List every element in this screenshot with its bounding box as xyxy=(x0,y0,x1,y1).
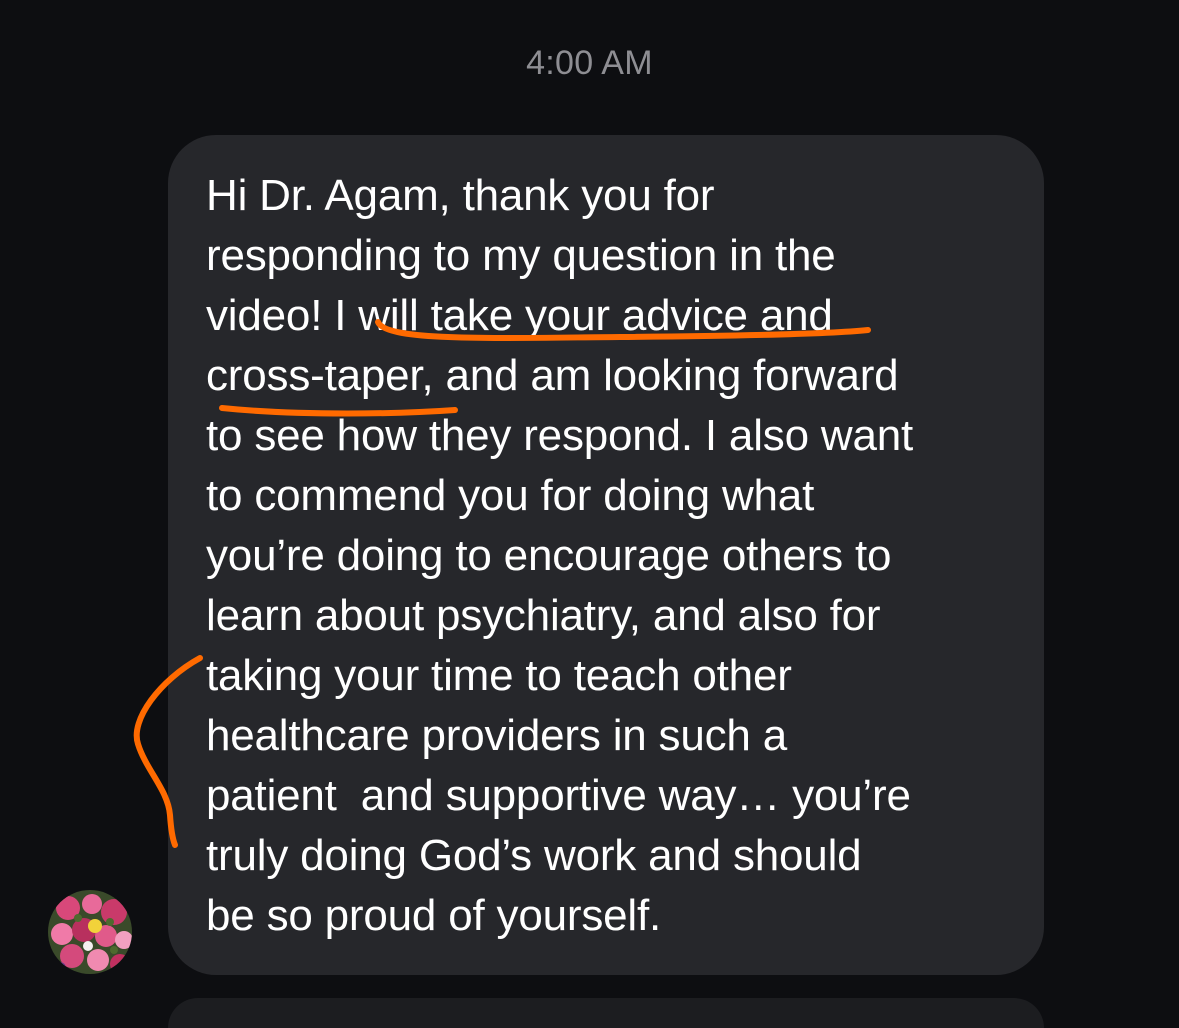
message-line: cross-taper, and am looking forward xyxy=(206,351,899,400)
flower-photo-avatar-icon xyxy=(48,890,132,974)
message-line: truly doing God’s work and should xyxy=(206,831,862,880)
message-line: taking your time to teach other xyxy=(206,651,792,700)
sender-avatar[interactable] xyxy=(48,890,132,974)
message-line: learn about psychiatry, and also for xyxy=(206,591,881,640)
message-timestamp: 4:00 AM xyxy=(526,44,653,82)
message-line: to commend you for doing what xyxy=(206,471,815,520)
message-line: patient and supportive way… you’re xyxy=(206,771,911,820)
message-line: responding to my question in the xyxy=(206,231,836,280)
message-line: be so proud of yourself. xyxy=(206,891,662,940)
message-line: to see how they respond. I also want xyxy=(206,411,914,460)
message-line: you’re doing to encourage others to xyxy=(206,531,892,580)
message-line: healthcare providers in such a xyxy=(206,711,787,760)
message-text[interactable]: Hi Dr. Agam, thank you for responding to… xyxy=(206,166,1036,946)
next-message-bubble-edge xyxy=(168,998,1044,1028)
message-line: Hi Dr. Agam, thank you for xyxy=(206,171,715,220)
message-line: video! I will take your advice and xyxy=(206,291,833,340)
